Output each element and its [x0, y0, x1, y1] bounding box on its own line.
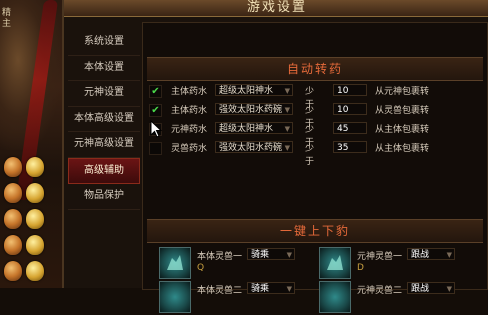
- potion-icon[interactable]: [26, 209, 44, 229]
- nav-item-advanced-assist[interactable]: 高级辅助: [68, 157, 140, 184]
- mount-label: 本体灵兽二: [197, 286, 243, 296]
- settings-content: 自动转药 ✔ 主体药水 超级太阳神水 ▼ 少于 10 从元神包裹转 ✔ 主体药水 …: [142, 22, 488, 313]
- settings-nav: 系统设置 本体设置 元神设置 本体高级设置 元神高级设置 高级辅助 物品保护: [68, 30, 140, 210]
- potion-icon[interactable]: [26, 157, 44, 177]
- drug-item-select[interactable]: 超级太阳神水 ▼: [215, 84, 293, 96]
- source-label: 从灵兽包裹转: [375, 106, 430, 116]
- dropdown-arrow-icon: ▼: [446, 251, 452, 259]
- mouse-cursor-icon: [150, 120, 162, 138]
- mount-mode-select[interactable]: 骑乘 ▼: [247, 282, 295, 294]
- section-title-auto-drug: 自动转药: [147, 57, 483, 81]
- hud-corner-text: 精 主: [2, 8, 12, 29]
- drug-checkbox[interactable]: ✔: [149, 85, 162, 98]
- hotkey-label: D: [357, 263, 364, 273]
- dropdown-arrow-icon: ▼: [284, 125, 290, 133]
- nav-item-item-protection[interactable]: 物品保护: [68, 184, 140, 210]
- left-hud: 精 主: [0, 0, 62, 288]
- potion-icon[interactable]: [4, 183, 22, 203]
- threshold-input[interactable]: 45: [333, 122, 367, 134]
- drug-label: 灵兽药水: [171, 144, 208, 154]
- threshold-input[interactable]: 35: [333, 141, 367, 153]
- mount-beast-icon[interactable]: [159, 281, 191, 313]
- drug-item-select[interactable]: 强效太阳水药碗 ▼: [215, 141, 293, 153]
- drug-label: 主体药水: [171, 106, 208, 116]
- mount-mode-select[interactable]: 跟战 ▼: [407, 282, 455, 294]
- drug-label: 主体药水: [171, 87, 208, 97]
- dropdown-arrow-icon: ▼: [284, 106, 290, 114]
- potion-icon[interactable]: [26, 235, 44, 255]
- dropdown-arrow-icon: ▼: [284, 144, 290, 152]
- section-title-mount: 一键上下豹: [147, 219, 483, 243]
- nav-item-body[interactable]: 本体设置: [68, 56, 140, 81]
- mount-label: 元神灵兽二: [357, 286, 403, 296]
- mount-label: 本体灵兽一: [197, 252, 243, 262]
- potion-bar: [2, 155, 60, 285]
- mount-row: 本体灵兽二 骑乘 ▼ 元神灵兽二 跟战 ▼: [153, 281, 483, 315]
- threshold-input[interactable]: 10: [333, 103, 367, 115]
- mount-mode-select[interactable]: 跟战 ▼: [407, 248, 455, 260]
- mount-beast-icon[interactable]: [319, 247, 351, 279]
- drug-item-select[interactable]: 超级太阳神水 ▼: [215, 122, 293, 134]
- potion-icon[interactable]: [26, 261, 44, 281]
- game-settings-window: 游戏设置 系统设置 本体设置 元神设置 本体高级设置 元神高级设置 高级辅助 物…: [62, 0, 488, 313]
- potion-icon[interactable]: [4, 209, 22, 229]
- mount-mode-select[interactable]: 骑乘 ▼: [247, 248, 295, 260]
- nav-item-spirit[interactable]: 元神设置: [68, 81, 140, 107]
- hotkey-label: Q: [197, 263, 205, 273]
- dropdown-arrow-icon: ▼: [446, 285, 452, 293]
- drug-item-select[interactable]: 强效太阳水药碗 ▼: [215, 103, 293, 115]
- potion-icon[interactable]: [26, 183, 44, 203]
- source-label: 从主体包裹转: [375, 144, 430, 154]
- source-label: 从元神包裹转: [375, 87, 430, 97]
- mount-label: 元神灵兽一: [357, 252, 403, 262]
- drug-checkbox[interactable]: ✔: [149, 104, 162, 117]
- window-title: 游戏设置: [246, 0, 307, 15]
- less-than-label: 少于: [305, 144, 315, 167]
- window-title-bar[interactable]: 游戏设置: [64, 0, 488, 17]
- nav-item-system[interactable]: 系统设置: [68, 30, 140, 56]
- dropdown-arrow-icon: ▼: [286, 251, 292, 259]
- drug-label: 元神药水: [171, 125, 208, 135]
- source-label: 从主体包裹转: [375, 125, 430, 135]
- threshold-input[interactable]: 10: [333, 84, 367, 96]
- dropdown-arrow-icon: ▼: [286, 285, 292, 293]
- mount-beast-icon[interactable]: [159, 247, 191, 279]
- dropdown-arrow-icon: ▼: [284, 87, 290, 95]
- drug-checkbox[interactable]: [149, 142, 162, 155]
- mount-beast-icon[interactable]: [319, 281, 351, 313]
- potion-icon[interactable]: [4, 261, 22, 281]
- potion-icon[interactable]: [4, 157, 22, 177]
- potion-icon[interactable]: [4, 235, 22, 255]
- mount-row: 本体灵兽一 骑乘 ▼ Q 元神灵兽一 跟战 ▼ D: [153, 247, 483, 281]
- nav-item-spirit-advanced[interactable]: 元神高级设置: [68, 132, 140, 158]
- nav-item-body-advanced[interactable]: 本体高级设置: [68, 107, 140, 132]
